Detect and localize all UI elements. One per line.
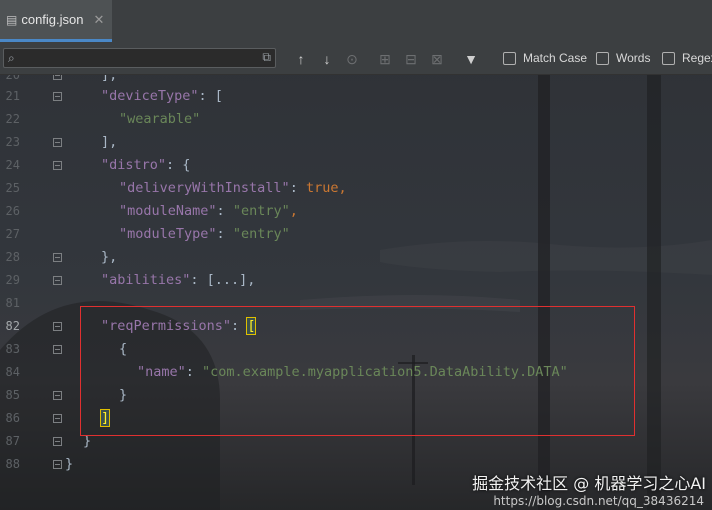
fold-marker-icon[interactable] [53,138,62,147]
line-number: 83 [5,342,20,356]
line-number-current: 82 [5,319,20,333]
matched-bracket: ] [99,409,111,427]
line-number: 26 [5,204,20,218]
search-input[interactable]: ⌕ ⧉ [3,48,276,68]
code-line: "moduleName": "entry", [119,203,298,219]
find-all-icon[interactable]: ⊙ [343,50,361,68]
line-number: 22 [5,112,20,126]
regex-label[interactable]: Regex [682,51,712,65]
fold-marker-icon[interactable] [53,276,62,285]
words-checkbox[interactable] [596,52,609,65]
fold-marker-icon[interactable] [53,437,62,446]
line-number: 85 [5,388,20,402]
code-line: ] [99,409,111,427]
words-label[interactable]: Words [616,51,650,65]
line-number: 88 [5,457,20,471]
fold-marker-icon[interactable] [53,460,62,469]
filter-icon[interactable]: ▼ [462,50,480,68]
code-line: "abilities": [...], [101,272,256,288]
search-icon[interactable]: ⌕ [8,51,15,66]
line-number: 87 [5,434,20,448]
line-number: 29 [5,273,20,287]
line-number: 84 [5,365,20,379]
fold-marker-icon[interactable] [53,253,62,262]
add-selection-icon[interactable]: ⊞ [376,50,394,68]
remove-selection-icon[interactable]: ⊟ [402,50,420,68]
code-line: } [119,387,128,403]
code-line: } [83,433,92,449]
code-line: ], [101,134,118,150]
line-number: 23 [5,135,20,149]
fold-marker-icon[interactable] [53,322,62,331]
next-occurrence-icon[interactable]: ↓ [318,50,336,68]
search-history-icon[interactable]: ⧉ [262,50,271,65]
code-line: "moduleType": "entry" [119,226,290,242]
line-number: 25 [5,181,20,195]
select-all-occurrences-icon[interactable]: ⊠ [428,50,446,68]
matched-bracket: [ [246,317,257,335]
line-number: 21 [5,89,20,103]
code-line: "name": "com.example.myapplication5.Data… [137,364,568,380]
json-file-icon: ▤ [6,12,18,27]
code-editor[interactable]: 20 21 22 23 24 25 26 27 28 29 81 82 83 8… [0,67,712,510]
match-case-label[interactable]: Match Case [523,51,587,65]
match-case-checkbox[interactable] [503,52,516,65]
tab-config-json[interactable]: ▤ config.json ✕ [0,0,112,42]
regex-checkbox[interactable] [662,52,675,65]
line-number: 81 [5,296,20,310]
line-number: 27 [5,227,20,241]
editor-tab-bar: ▤ config.json ✕ [0,0,712,45]
find-bar: ⌕ ⧉ ↑ ↓ ⊙ ⊞ ⊟ ⊠ ▼ Match Case Words Regex [0,44,712,75]
code-line: } [65,456,74,472]
previous-occurrence-icon[interactable]: ↑ [292,50,310,68]
fold-marker-icon[interactable] [53,391,62,400]
code-line: "deviceType": [ [101,88,223,104]
code-line: "reqPermissions": [ [101,317,257,335]
fold-marker-icon[interactable] [53,161,62,170]
watermark-text: 掘金技术社区 @ 机器学习之心AI [472,474,706,493]
line-number: 86 [5,411,20,425]
code-line: "deliveryWithInstall": true, [119,180,347,196]
code-line: "wearable" [119,111,201,127]
fold-marker-icon[interactable] [53,414,62,423]
code-line: { [119,341,128,357]
code-line: }, [101,249,118,265]
fold-marker-icon[interactable] [53,345,62,354]
code-line: "distro": { [101,157,191,173]
tab-label: config.json [21,12,84,27]
watermark-url: https://blog.csdn.net/qq_38436214 [493,494,704,508]
close-icon[interactable]: ✕ [94,12,105,28]
fold-marker-icon[interactable] [53,92,62,101]
line-number: 28 [5,250,20,264]
line-number: 24 [5,158,20,172]
